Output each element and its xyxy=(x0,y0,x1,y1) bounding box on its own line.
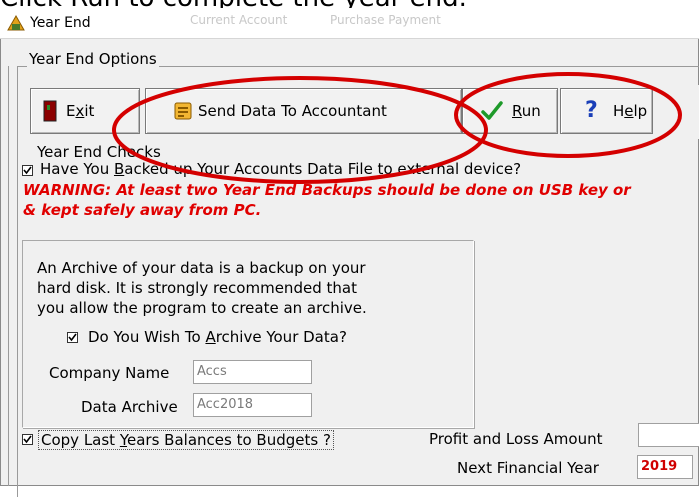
company-name-label: Company Name xyxy=(49,364,170,382)
backup-warning-text: & kept safely away from PC. xyxy=(23,201,262,219)
app-icon xyxy=(7,14,25,31)
run-button[interactable]: Run xyxy=(462,88,558,134)
checkmark-icon xyxy=(481,101,503,120)
profit-loss-label: Profit and Loss Amount xyxy=(429,430,603,448)
archive-description: hard disk. It is strongly recommended th… xyxy=(37,279,357,297)
archive-description: An Archive of your data is a backup on y… xyxy=(37,259,366,277)
window-left-edge xyxy=(8,66,9,486)
copy-budgets-label: Copy Last Years Balances to Budgets ? xyxy=(38,430,334,450)
year-end-options-label: Year End Options xyxy=(27,50,159,68)
company-name-field[interactable]: Accs xyxy=(193,360,312,384)
help-button-label: Help xyxy=(613,102,648,120)
backup-checkbox-label: Have You Backed up Your Accounts Data Fi… xyxy=(40,160,522,178)
year-end-checks-label: Year End Checks xyxy=(37,143,161,161)
send-data-to-accountant-button[interactable]: Send Data To Accountant xyxy=(145,88,462,134)
exit-door-icon xyxy=(43,100,57,122)
archive-checkbox[interactable] xyxy=(67,332,78,343)
archive-description: you allow the program to create an archi… xyxy=(37,299,367,317)
checkmark-icon xyxy=(23,166,32,175)
next-financial-year-field[interactable]: 2019 xyxy=(637,455,693,479)
help-button[interactable]: ? Help xyxy=(560,88,653,134)
data-archive-label: Data Archive xyxy=(81,398,178,416)
window-title: Year End xyxy=(30,15,91,31)
next-financial-year-label: Next Financial Year xyxy=(457,459,599,477)
send-data-to-accountant-label: Send Data To Accountant xyxy=(198,102,387,120)
profit-loss-field[interactable] xyxy=(638,423,699,447)
copy-budgets-checkbox[interactable] xyxy=(22,434,33,445)
data-archive-field[interactable]: Acc2018 xyxy=(193,393,312,417)
background-tab-label: Purchase Payment xyxy=(330,13,441,27)
backup-checkbox[interactable] xyxy=(22,165,33,176)
checkmark-icon xyxy=(23,435,32,444)
help-icon: ? xyxy=(585,98,598,123)
run-button-label: Run xyxy=(512,102,541,120)
checkmark-icon xyxy=(68,333,77,342)
archive-checkbox-label: Do You Wish To Archive Your Data? xyxy=(88,328,347,346)
background-tab-label: Current Account xyxy=(190,13,288,27)
send-data-icon xyxy=(174,102,192,120)
exit-button-label: Exit xyxy=(66,102,95,120)
exit-button[interactable]: Exit xyxy=(30,88,140,134)
backup-warning-text: WARNING: At least two Year End Backups s… xyxy=(23,181,631,199)
